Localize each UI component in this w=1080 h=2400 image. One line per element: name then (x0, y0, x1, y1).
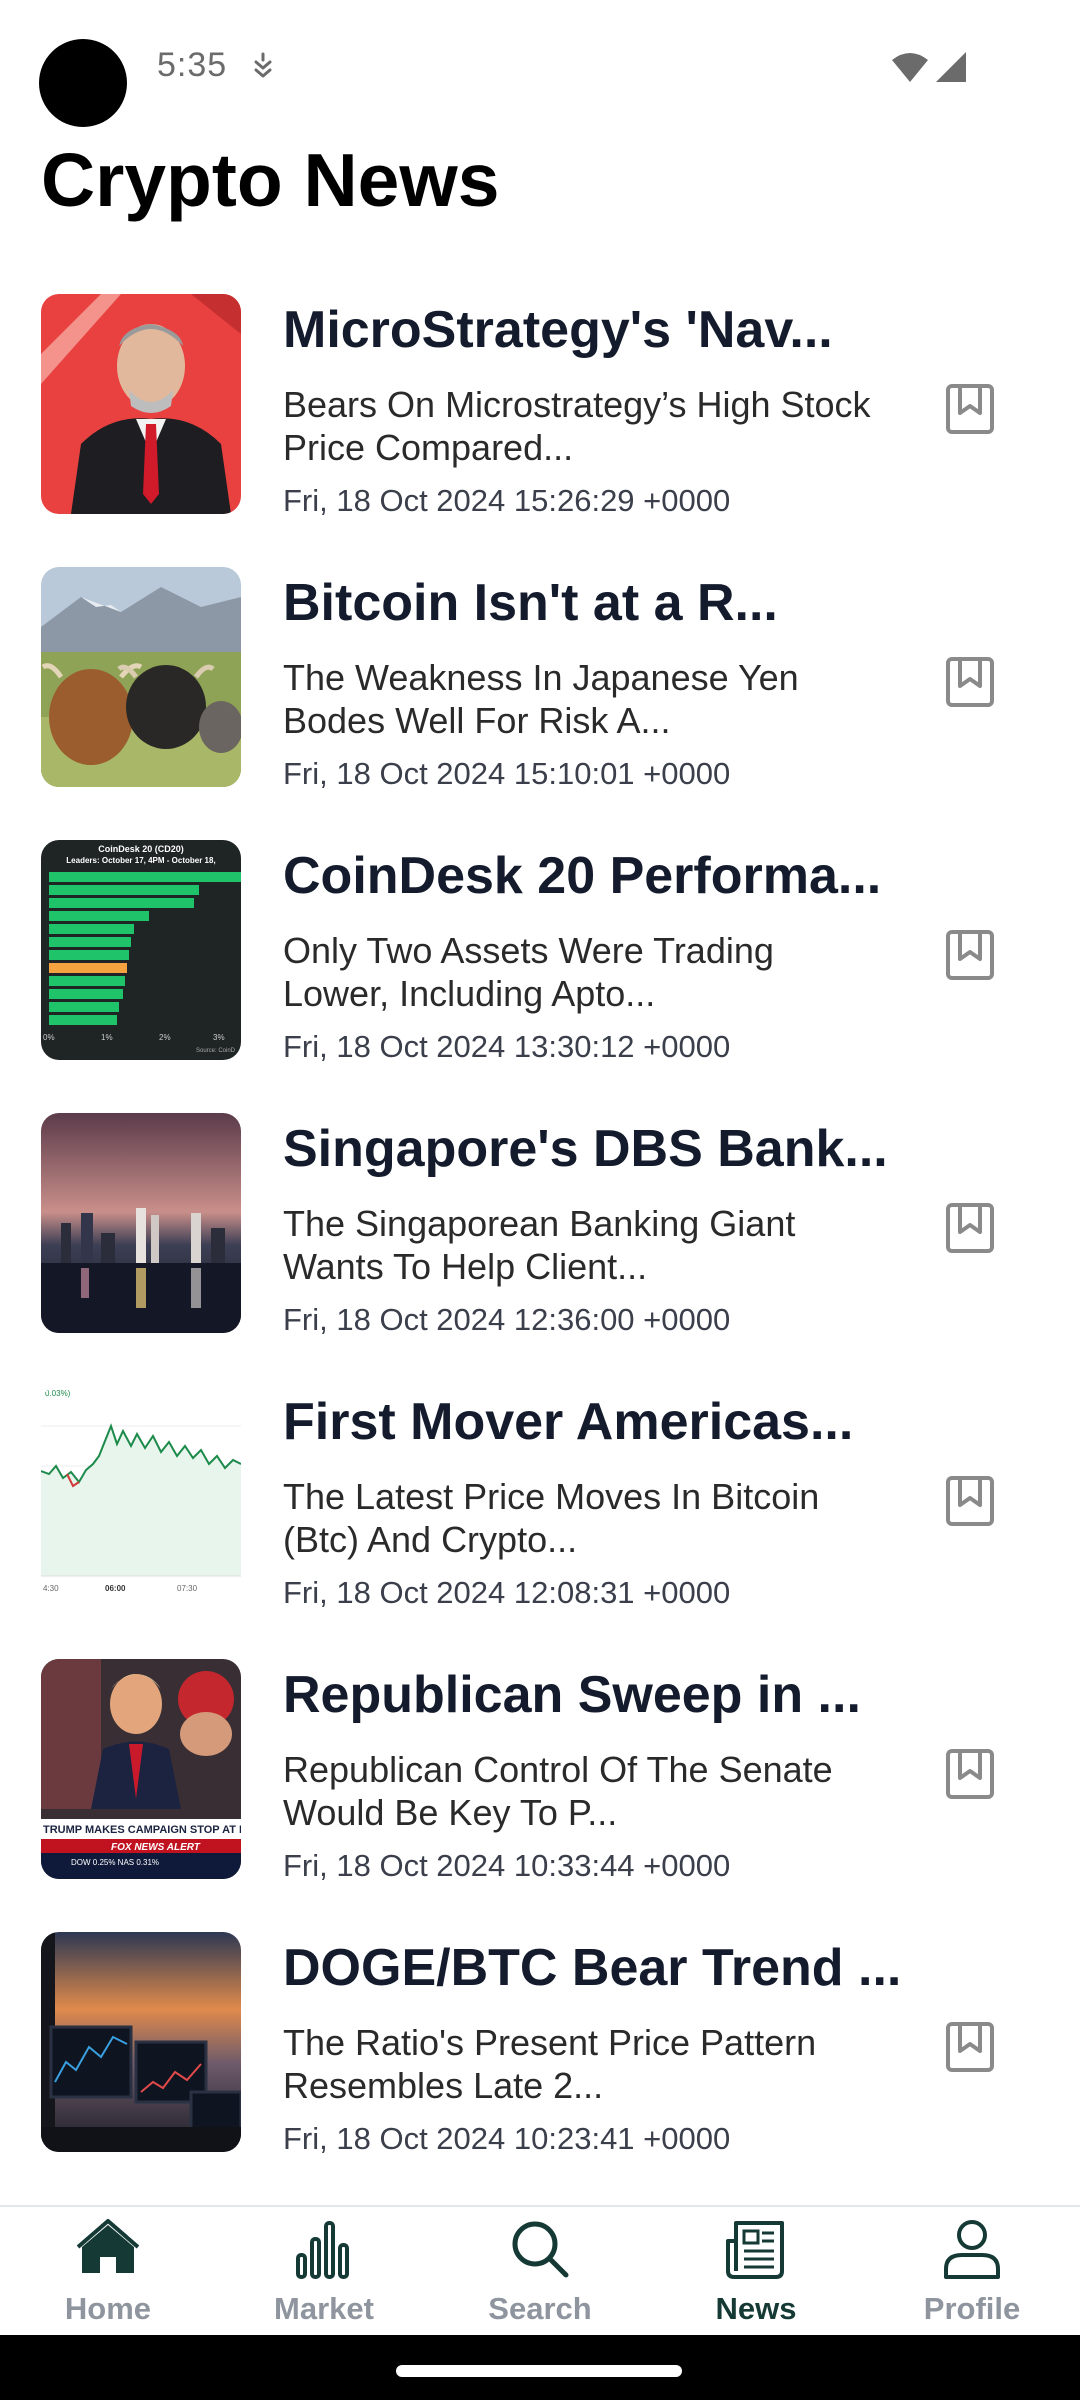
search-icon (512, 2221, 569, 2278)
news-date: Fri, 18 Oct 2024 15:10:01 +0000 (283, 756, 731, 791)
nav-label: Market (274, 2291, 374, 2326)
home-icon (76, 2219, 140, 2273)
notification-icon (254, 52, 272, 78)
news-date: Fri, 18 Oct 2024 13:30:12 +0000 (283, 1029, 731, 1064)
home-handle[interactable] (396, 2365, 682, 2377)
news-description: The Latest Price Moves In Bitcoin (Btc) … (283, 1476, 820, 1560)
news-thumbnail: CoinDesk 20 (CD20) Leaders: October 17, … (41, 840, 241, 1060)
nav-label: News (715, 2291, 797, 2326)
news-thumbnail: 0.03%) 4:30 06:00 07:30 (41, 1386, 241, 1606)
thumb-chart-subtitle: Leaders: October 17, 4PM - October 18, (66, 856, 215, 865)
camera-cutout (39, 39, 127, 127)
bookmark-icon[interactable] (945, 656, 995, 708)
nav-search[interactable]: Search (460, 2217, 620, 2337)
thumb-tick: 2% (159, 1033, 171, 1042)
bookmark-icon[interactable] (945, 383, 995, 435)
news-title: Singapore's DBS Bank... (283, 1120, 888, 1178)
nav-home[interactable]: Home (28, 2217, 188, 2337)
thumb-source: Source: CoinD (196, 1048, 236, 1054)
news-description: The Singaporean Banking Giant Wants To H… (283, 1203, 796, 1287)
news-title: MicroStrategy's 'Nav... (283, 301, 833, 359)
news-date: Fri, 18 Oct 2024 12:36:00 +0000 (283, 1302, 731, 1337)
thumb-tick: 1% (101, 1033, 113, 1042)
chart-bars-icon (296, 2221, 349, 2279)
thumb-tick: 0% (43, 1033, 55, 1042)
bottom-nav: Home Market Search News Profile (0, 2205, 1080, 2337)
nav-label: Home (64, 2291, 152, 2326)
signal-icon (936, 52, 966, 82)
news-title: CoinDesk 20 Performa... (283, 847, 882, 905)
newspaper-icon (726, 2221, 784, 2279)
screen: 5:35 Crypto News MicroStrategy's 'Nav...… (0, 0, 1080, 2400)
bookmark-icon[interactable] (945, 1748, 995, 1800)
thumb-change: 0.03%) (45, 1389, 71, 1398)
nav-market[interactable]: Market (244, 2217, 404, 2337)
bookmark-icon[interactable] (945, 2021, 995, 2073)
news-item[interactable]: CoinDesk 20 (CD20) Leaders: October 17, … (0, 837, 1080, 1087)
news-thumbnail (41, 567, 241, 787)
person-icon (944, 2220, 1000, 2279)
news-title: DOGE/BTC Bear Trend ... (283, 1939, 902, 1997)
news-item[interactable]: DOGE/BTC Bear Trend ... The Ratio's Pres… (0, 1929, 1080, 2179)
nav-label: Profile (923, 2291, 1021, 2326)
news-item[interactable]: Singapore's DBS Bank... The Singaporean … (0, 1110, 1080, 1360)
news-thumbnail: TRUMP MAKES CAMPAIGN STOP AT NYC FOX NEW… (41, 1659, 241, 1879)
thumb-tick: 4:30 (43, 1584, 59, 1593)
page-title: Crypto News (41, 138, 500, 222)
thumb-ticker: DOW 0.25% NAS 0.31% (71, 1858, 159, 1867)
news-thumbnail (41, 1113, 241, 1333)
news-thumbnail (41, 1932, 241, 2152)
news-thumbnail (41, 294, 241, 514)
status-bar: 5:35 (0, 0, 1080, 140)
news-item[interactable]: TRUMP MAKES CAMPAIGN STOP AT NYC FOX NEW… (0, 1656, 1080, 1906)
news-title: Bitcoin Isn't at a R... (283, 574, 778, 632)
news-item[interactable]: MicroStrategy's 'Nav... Bears On Microst… (0, 291, 1080, 541)
news-description: The Weakness In Japanese Yen Bodes Well … (283, 657, 799, 741)
news-item[interactable]: Bitcoin Isn't at a R... The Weakness In … (0, 564, 1080, 814)
news-description: The Ratio's Present Price Pattern Resemb… (283, 2022, 817, 2106)
thumb-banner: TRUMP MAKES CAMPAIGN STOP AT NYC (43, 1824, 241, 1836)
nav-profile[interactable]: Profile (892, 2217, 1052, 2337)
gesture-bar (0, 2335, 1080, 2400)
news-description: Bears On Microstrategy’s High Stock Pric… (283, 384, 871, 468)
thumb-tick: 07:30 (177, 1584, 198, 1593)
thumb-tick: 3% (213, 1033, 225, 1042)
news-title: Republican Sweep in ... (283, 1666, 861, 1724)
news-date: Fri, 18 Oct 2024 10:33:44 +0000 (283, 1848, 731, 1883)
nav-label: Search (488, 2291, 592, 2326)
news-date: Fri, 18 Oct 2024 15:26:29 +0000 (283, 483, 731, 518)
news-description: Only Two Assets Were Trading Lower, Incl… (283, 930, 774, 1014)
wifi-icon (892, 53, 928, 82)
news-date: Fri, 18 Oct 2024 10:23:41 +0000 (283, 2121, 731, 2156)
bookmark-icon[interactable] (945, 1475, 995, 1527)
thumb-alert: FOX NEWS ALERT (111, 1842, 201, 1853)
thumb-tick: 06:00 (105, 1584, 126, 1593)
news-title: First Mover Americas... (283, 1393, 854, 1451)
bookmark-icon[interactable] (945, 1202, 995, 1254)
status-time: 5:35 (157, 46, 228, 84)
news-date: Fri, 18 Oct 2024 12:08:31 +0000 (283, 1575, 731, 1610)
news-item[interactable]: 0.03%) 4:30 06:00 07:30 First Mover Amer… (0, 1383, 1080, 1633)
news-description: Republican Control Of The Senate Would B… (283, 1749, 833, 1833)
nav-news[interactable]: News (676, 2217, 836, 2337)
thumb-chart-title: CoinDesk 20 (CD20) (98, 844, 184, 854)
bookmark-icon[interactable] (945, 929, 995, 981)
